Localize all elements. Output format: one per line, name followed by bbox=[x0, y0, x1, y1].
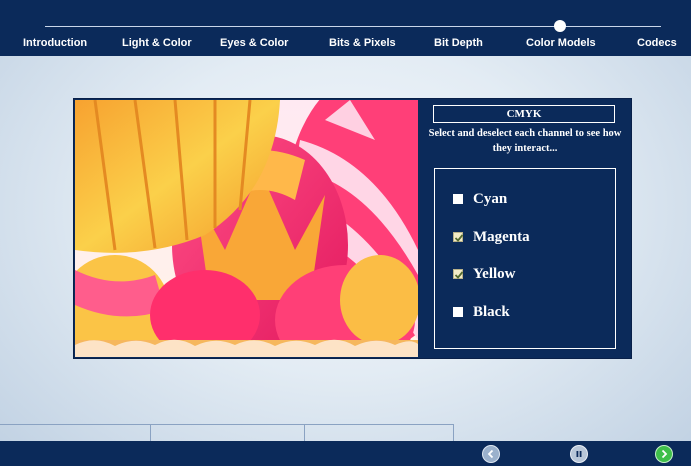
channel-yellow[interactable]: Yellow bbox=[453, 264, 516, 284]
chevron-right-icon bbox=[661, 449, 668, 459]
progress-knob[interactable] bbox=[554, 20, 566, 32]
nav-item-bit-depth[interactable]: Bit Depth bbox=[434, 37, 483, 49]
checkmark-icon bbox=[454, 271, 464, 279]
tab-divider bbox=[304, 424, 305, 441]
channel-label: Magenta bbox=[473, 228, 530, 245]
magenta-checkbox[interactable] bbox=[453, 232, 464, 242]
channel-black[interactable]: Black bbox=[453, 302, 510, 322]
nav-item-light-color[interactable]: Light & Color bbox=[122, 37, 192, 49]
channel-cyan[interactable]: Cyan bbox=[453, 189, 507, 209]
tab-divider bbox=[150, 424, 151, 441]
nav-item-bits-pixels[interactable]: Bits & Pixels bbox=[329, 37, 396, 49]
channel-label: Yellow bbox=[473, 265, 516, 282]
nav-item-color-models[interactable]: Color Models bbox=[526, 37, 596, 49]
progress-track bbox=[45, 26, 661, 27]
cmyk-side-panel: CMYK Select and deselect each channel to… bbox=[419, 99, 631, 358]
checkmark-icon bbox=[454, 234, 464, 242]
nav-item-eyes-color[interactable]: Eyes & Color bbox=[220, 37, 288, 49]
top-navigation: Introduction Light & Color Eyes & Color … bbox=[0, 0, 691, 56]
balloon-photo bbox=[75, 100, 418, 357]
channel-label: Black bbox=[473, 303, 510, 320]
chevron-left-icon bbox=[487, 449, 494, 459]
color-model-title: CMYK bbox=[433, 105, 615, 123]
channel-list: Cyan Magenta Yellow Black bbox=[434, 168, 616, 349]
cyan-checkbox[interactable] bbox=[453, 194, 463, 204]
channel-magenta[interactable]: Magenta bbox=[453, 227, 530, 247]
yellow-checkbox[interactable] bbox=[453, 269, 464, 279]
black-checkbox[interactable] bbox=[453, 307, 463, 317]
nav-item-introduction[interactable]: Introduction bbox=[23, 37, 87, 49]
content-panel: CMYK Select and deselect each channel to… bbox=[74, 99, 631, 358]
pause-button[interactable] bbox=[570, 445, 588, 463]
channel-label: Cyan bbox=[473, 190, 508, 207]
nav-item-codecs[interactable]: Codecs bbox=[637, 37, 677, 49]
previous-button[interactable] bbox=[482, 445, 500, 463]
pause-icon bbox=[576, 451, 582, 457]
bottom-tab-row bbox=[0, 424, 454, 442]
next-button[interactable] bbox=[655, 445, 673, 463]
instruction-text: Select and deselect each channel to see … bbox=[428, 128, 622, 154]
